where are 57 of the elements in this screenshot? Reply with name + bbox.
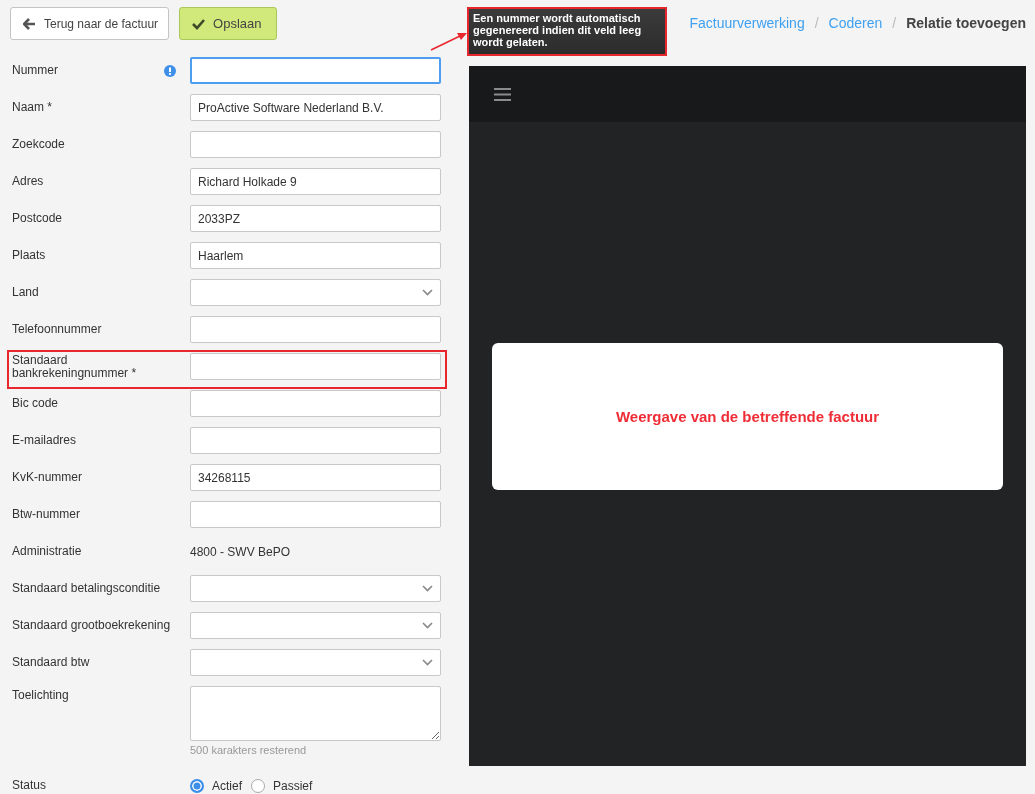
field-label: Standaard btw [12, 656, 91, 669]
dropdown[interactable] [190, 279, 441, 306]
breadcrumb-separator: / [892, 15, 897, 31]
radio-button[interactable] [190, 778, 204, 793]
dropdown[interactable] [190, 612, 441, 639]
field-label: Status [12, 779, 48, 792]
preview-caption: Weergave van de betreffende factuur [615, 408, 880, 425]
field-label: Standaard betalingsconditie [12, 582, 162, 595]
chevron-down-icon [422, 659, 433, 666]
text-field[interactable]: ProActive Software Nederland B.V. [190, 94, 441, 121]
radio-label[interactable]: Passief [273, 778, 313, 793]
field-label: Toelichting [12, 687, 70, 702]
tooltip: Een nummer wordt automatisch gegenereerd indien dit veld leeg wordt gelaten. [467, 7, 667, 56]
text-field[interactable]: 34268115 [190, 464, 441, 491]
text-field[interactable] [190, 131, 441, 158]
field-label: Postcode [12, 212, 64, 225]
field-label: Bic code [12, 397, 60, 410]
text-field[interactable]: Haarlem [190, 242, 441, 269]
text-field[interactable]: Richard Holkade 9 [190, 168, 441, 195]
field-label: Zoekcode [12, 138, 66, 151]
back-button[interactable]: Terug naar de factuur [10, 7, 170, 40]
checkmark-icon [192, 17, 206, 30]
field-label: Adres [12, 175, 45, 188]
field-label: Standaard bankrekeningnummer * [12, 353, 138, 380]
radio-button[interactable] [251, 778, 265, 793]
text-field[interactable] [190, 57, 441, 84]
annotation-arrow [430, 30, 470, 52]
text-field[interactable] [190, 390, 441, 417]
text-field[interactable] [190, 427, 441, 454]
field-label: Telefoonnummer [12, 323, 103, 336]
chevron-down-icon [422, 585, 433, 592]
save-button[interactable]: Opslaan [179, 7, 277, 40]
character-count: 500 karakters resterend [190, 744, 308, 756]
radio-label[interactable]: Actief [212, 778, 242, 793]
dropdown[interactable] [190, 649, 441, 676]
field-label: Nummer [12, 64, 59, 77]
breadcrumb-separator: / [814, 15, 819, 31]
field-label: Administratie [12, 545, 83, 558]
text-field[interactable] [190, 501, 441, 528]
arrow-left-icon [23, 17, 36, 30]
text-field[interactable]: 2033PZ [190, 205, 441, 232]
field-label: Land [12, 286, 40, 299]
field-label: E-mailadres [12, 434, 78, 447]
field-label: Standaard grootboekrekening [12, 619, 172, 632]
dropdown[interactable] [190, 575, 441, 602]
text-field[interactable] [190, 353, 441, 380]
field-label: Plaats [12, 249, 47, 262]
field-label: Naam * [12, 101, 53, 114]
field-label: Btw-nummer [12, 508, 81, 521]
field-value: 4800 - SWV BePO [190, 544, 291, 559]
text-field[interactable] [190, 316, 441, 343]
chevron-down-icon [422, 289, 433, 296]
breadcrumb-current: Relatie toevoegen [906, 15, 1026, 31]
text-area[interactable] [190, 686, 441, 741]
chevron-down-icon [422, 622, 433, 629]
field-label: KvK-nummer [12, 471, 83, 484]
menu-icon[interactable] [494, 87, 511, 101]
